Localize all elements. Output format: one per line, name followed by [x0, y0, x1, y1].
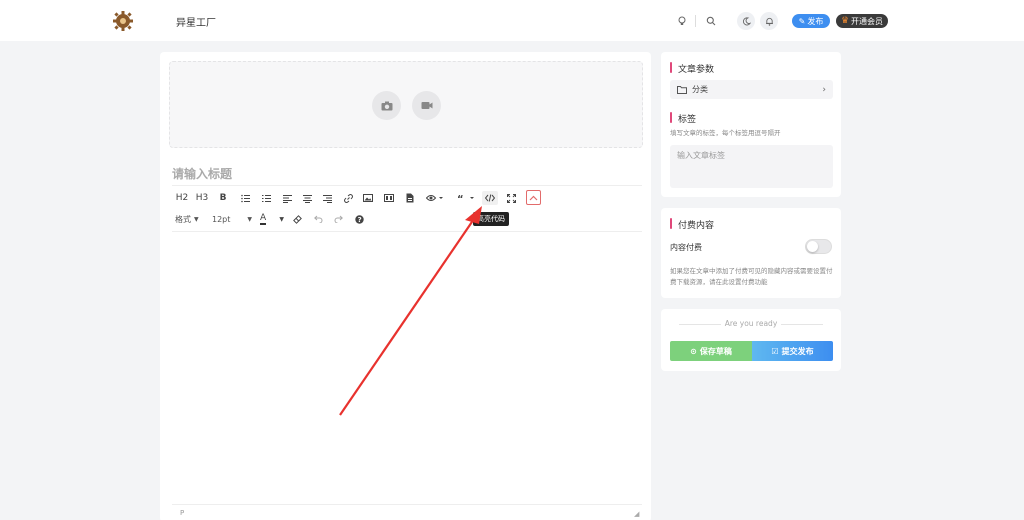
lightbulb-icon[interactable] [673, 12, 691, 30]
paid-hint: 如果您在文章中添加了付费可见的隐藏内容或需要设置付费下载资源，请在此设置付费功能 [670, 267, 833, 286]
paid-toggle-label: 内容付费 [670, 243, 702, 252]
category-selector[interactable]: 分类 › [670, 80, 833, 99]
vip-label: 开通会员 [851, 16, 884, 26]
tags-hint: 填写文章的标签，每个标签用逗号隔开 [670, 129, 781, 137]
content-editable-area[interactable] [172, 234, 642, 502]
save-draft-button[interactable]: ⊙ 保存草稿 [670, 341, 752, 361]
tooltip: 高亮代码 [473, 212, 509, 226]
check-square-icon: ☑ [771, 346, 779, 356]
submit-label: 提交发布 [781, 346, 814, 356]
submit-publish-button[interactable]: ☑ 提交发布 [752, 341, 833, 361]
bold-button[interactable]: B [218, 191, 228, 205]
align-right-icon[interactable] [321, 191, 333, 205]
caret-down-icon: ▼ [247, 215, 252, 223]
save-draft-label: 保存草稿 [699, 346, 732, 356]
media-icon[interactable] [383, 191, 395, 205]
moon-icon[interactable] [737, 12, 755, 30]
font-size-dropdown[interactable]: 12pt ▼ [212, 212, 252, 226]
paid-section-title: 付费内容 [670, 218, 714, 231]
camera-icon[interactable] [372, 91, 401, 120]
toggle-knob [807, 241, 818, 252]
format-dropdown[interactable]: 格式 ▼ [175, 212, 205, 226]
category-label: 分类 [692, 85, 708, 94]
video-icon[interactable] [412, 91, 441, 120]
tags-section-title: 标签 [670, 112, 696, 125]
bullet-list-icon[interactable] [239, 191, 251, 205]
pencil-icon: ✎ [798, 16, 806, 26]
svg-text:?: ? [357, 216, 361, 224]
numbered-list-icon[interactable] [260, 191, 272, 205]
vip-button[interactable]: ♛ 开通会员 [836, 14, 888, 28]
title-input[interactable] [172, 164, 642, 184]
undo-icon[interactable] [312, 212, 324, 226]
fullscreen-icon[interactable] [505, 191, 517, 205]
editor-card: H2 H3 B “ 格式 ▼ 12 [160, 52, 651, 520]
paid-content-card: 付费内容 内容付费 如果您在文章中添加了付费可见的隐藏内容或需要设置付费下载资源… [661, 208, 841, 298]
heading2-button[interactable]: H2 [175, 191, 189, 205]
search-icon[interactable] [702, 12, 720, 30]
toolbar-separator [172, 231, 642, 232]
collapse-toolbar-icon[interactable] [526, 190, 541, 205]
link-icon[interactable] [342, 191, 354, 205]
gear-logo-icon[interactable] [112, 10, 134, 32]
top-header: 异星工厂 ✎ 发布 ♛ 开通会员 [0, 0, 1024, 41]
statusbar-separator [172, 504, 642, 505]
file-icon[interactable] [404, 191, 416, 205]
quote-dropdown-icon[interactable]: “ [455, 191, 477, 205]
title-separator [172, 185, 642, 186]
align-left-icon[interactable] [281, 191, 293, 205]
publish-button[interactable]: ✎ 发布 [792, 14, 830, 28]
publish-label: 发布 [807, 16, 824, 26]
font-color-label: A [260, 212, 267, 225]
font-color-dropdown[interactable]: A ▼ [260, 212, 284, 226]
folder-icon [677, 85, 687, 94]
format-label: 格式 [175, 214, 191, 224]
paid-toggle-switch[interactable] [805, 239, 832, 254]
chevron-right-icon: › [822, 84, 826, 95]
redo-icon[interactable] [332, 212, 344, 226]
caret-down-icon: ▼ [194, 215, 199, 223]
bell-icon[interactable] [760, 12, 778, 30]
save-circle-icon: ⊙ [690, 346, 697, 356]
eraser-icon[interactable] [291, 212, 303, 226]
heading3-button[interactable]: H3 [195, 191, 209, 205]
submit-card: Are you ready ⊙ 保存草稿 ☑ 提交发布 [661, 309, 841, 371]
svg-text:“: “ [457, 194, 464, 202]
align-center-icon[interactable] [301, 191, 313, 205]
tags-input[interactable] [670, 145, 833, 188]
resize-handle-icon[interactable]: ◢ [634, 510, 639, 518]
ready-line-right [781, 324, 823, 325]
image-icon[interactable] [362, 191, 374, 205]
font-size-value: 12pt [212, 214, 231, 224]
code-highlight-icon[interactable] [482, 191, 498, 205]
crown-icon: ♛ [840, 16, 850, 26]
cover-upload-area[interactable] [169, 61, 643, 148]
article-params-card: 文章参数 分类 › 标签 填写文章的标签，每个标签用逗号隔开 [661, 52, 841, 197]
eye-dropdown-icon[interactable] [424, 191, 446, 205]
help-icon[interactable]: ? [353, 212, 365, 226]
element-path: P [180, 509, 185, 517]
header-divider [695, 15, 696, 27]
params-section-title: 文章参数 [670, 62, 714, 75]
site-name[interactable]: 异星工厂 [176, 14, 216, 29]
caret-down-icon: ▼ [279, 215, 284, 223]
